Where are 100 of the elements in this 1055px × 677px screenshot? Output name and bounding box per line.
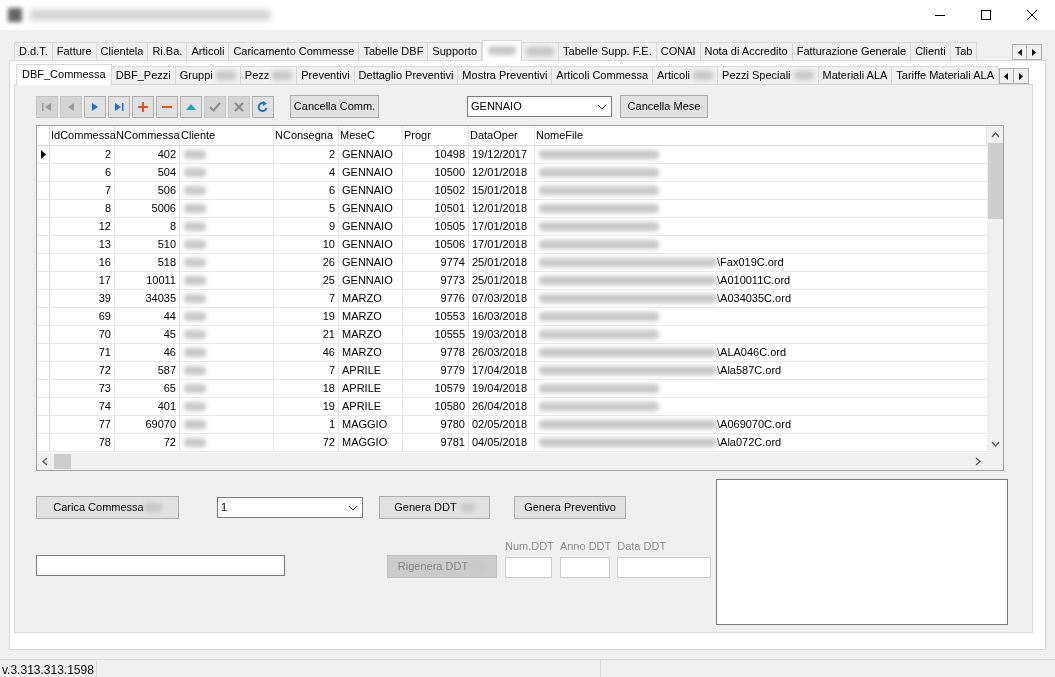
table-cell: 69 <box>50 308 115 325</box>
tab[interactable]: DBF_Commessa <box>16 64 112 85</box>
tab[interactable]: Ri.Ba. <box>148 42 188 60</box>
input-field[interactable] <box>559 556 610 578</box>
input-field[interactable] <box>505 556 552 578</box>
table-cell: 71 <box>50 344 115 361</box>
navigator-button[interactable] <box>252 95 274 118</box>
scroll-right-button[interactable] <box>1027 44 1042 60</box>
table-cell: 17/01/2018 <box>469 236 535 253</box>
table-cell: 7 <box>274 290 339 307</box>
text-field[interactable] <box>36 554 285 576</box>
table-cell-text: \A034035C.ord <box>717 291 791 307</box>
tab[interactable]: DBF_Pezzi <box>111 66 176 84</box>
tab[interactable]: Materiali ALA <box>818 66 893 84</box>
table-cell: 72 <box>274 434 339 451</box>
navigator-button[interactable] <box>180 95 202 118</box>
table-cell: 10501 <box>403 200 469 217</box>
table-cell: 25/01/2018 <box>469 254 535 271</box>
table-cell: 45 <box>115 326 180 343</box>
tab[interactable]: Caricamento Commesse <box>229 42 360 60</box>
table-cell: 10506 <box>403 236 469 253</box>
scrollbar-thumb[interactable] <box>54 454 71 469</box>
chevron-down-icon <box>597 103 607 110</box>
tab[interactable]: Tab <box>950 42 978 60</box>
table-cell: 10553 <box>403 308 469 325</box>
blurred-text <box>184 168 206 177</box>
vertical-scrollbar[interactable] <box>987 126 1003 453</box>
tab[interactable]: Pezzi Speciali <box>718 66 819 84</box>
column-header[interactable]: IdCommessa <box>50 126 115 145</box>
memo-box[interactable] <box>716 479 1008 625</box>
table-cell: GENNAIO <box>339 218 403 235</box>
table-cell: 587 <box>115 362 180 379</box>
table-cell: 10011 <box>115 272 180 289</box>
input-field[interactable] <box>617 556 712 578</box>
cancel-month-button[interactable]: Cancella Mese <box>620 95 708 118</box>
column-header[interactable]: Progr <box>403 126 469 145</box>
tab[interactable]: Articoli Commessa <box>552 66 654 84</box>
horizontal-scrollbar[interactable] <box>37 453 1003 470</box>
tab[interactable]: Mostra Preventivi <box>458 66 553 84</box>
tab[interactable]: Dettaglio Preventivi <box>354 66 459 84</box>
cancel-order-button[interactable]: Cancella Comm. <box>290 95 379 118</box>
tab[interactable]: Gruppi <box>175 66 241 84</box>
table-cell: GENNAIO <box>339 254 403 271</box>
field-label: Data DDT <box>617 539 668 554</box>
tab[interactable]: Preventivi <box>297 66 355 84</box>
tab[interactable]: Clientela <box>96 42 149 60</box>
blurred-text <box>184 294 206 303</box>
tab[interactable]: Clienti <box>911 42 951 60</box>
close-icon <box>1027 10 1037 20</box>
table-cell: GENNAIO <box>339 164 403 181</box>
blurred-text <box>184 204 206 213</box>
tab[interactable]: Nota di Accredito <box>700 42 793 60</box>
table-cell: 04/05/2018 <box>469 434 535 451</box>
tab[interactable] <box>482 40 522 61</box>
table-cell: 21 <box>274 326 339 343</box>
last-record-icon <box>113 100 125 113</box>
minimize-icon <box>935 14 945 16</box>
column-header[interactable]: NConsegna <box>274 126 339 145</box>
column-header[interactable]: MeseC <box>339 126 403 145</box>
table-cell: 9778 <box>403 344 469 361</box>
navigator-button[interactable] <box>108 95 130 118</box>
scroll-left-button[interactable] <box>1012 44 1027 60</box>
tab[interactable]: Pezz <box>240 66 298 84</box>
tab[interactable]: Articoli <box>653 66 719 84</box>
tab[interactable] <box>522 42 559 60</box>
tab[interactable]: Tabelle Supp. F.E. <box>559 42 657 60</box>
table-cell: 510 <box>115 236 180 253</box>
table-cell: MARZO <box>339 326 403 343</box>
navigator-button[interactable] <box>132 95 154 118</box>
scrollbar-thumb[interactable] <box>987 143 1003 219</box>
table-cell: 17/01/2018 <box>469 218 535 235</box>
chevron-down-icon <box>348 504 358 511</box>
tab[interactable]: Tabelle DBF <box>359 42 429 60</box>
generate-ddt-button[interactable]: Genera DDT <box>379 496 490 519</box>
navigator-button[interactable] <box>156 95 178 118</box>
tab[interactable]: Fatture <box>52 42 97 60</box>
column-header[interactable]: Cliente <box>180 126 274 145</box>
blurred-text <box>184 150 206 159</box>
table-cell: 506 <box>115 182 180 199</box>
table-cell: 9781 <box>403 434 469 451</box>
tab[interactable]: Articoli <box>187 42 230 60</box>
tab[interactable]: Tariffe Materiali ALA <box>892 66 999 84</box>
month-select[interactable]: GENNAIO <box>467 96 612 117</box>
table-cell: 17/04/2018 <box>469 362 535 379</box>
generate-quote-button[interactable]: Genera Preventivo <box>514 496 626 519</box>
tab[interactable]: Supporto <box>428 42 482 60</box>
column-header[interactable]: NCommessa <box>115 126 180 145</box>
navigator-button[interactable] <box>84 95 106 118</box>
blurred-text <box>184 384 206 393</box>
column-header[interactable]: DataOper <box>469 126 535 145</box>
maximize-icon <box>981 10 991 20</box>
version-text: v.3.313.313.1598 <box>0 660 97 677</box>
number-select[interactable]: 1 <box>217 497 363 518</box>
tab[interactable]: Fatturazione Generale <box>792 42 912 60</box>
load-order-button[interactable]: Carica Commessa <box>36 496 179 519</box>
tab[interactable]: CONAI <box>656 42 701 60</box>
table-cell: 10579 <box>403 380 469 397</box>
table-cell: 02/05/2018 <box>469 416 535 433</box>
tab[interactable]: D.d.T. <box>14 42 53 60</box>
table-cell: 13 <box>50 236 115 253</box>
